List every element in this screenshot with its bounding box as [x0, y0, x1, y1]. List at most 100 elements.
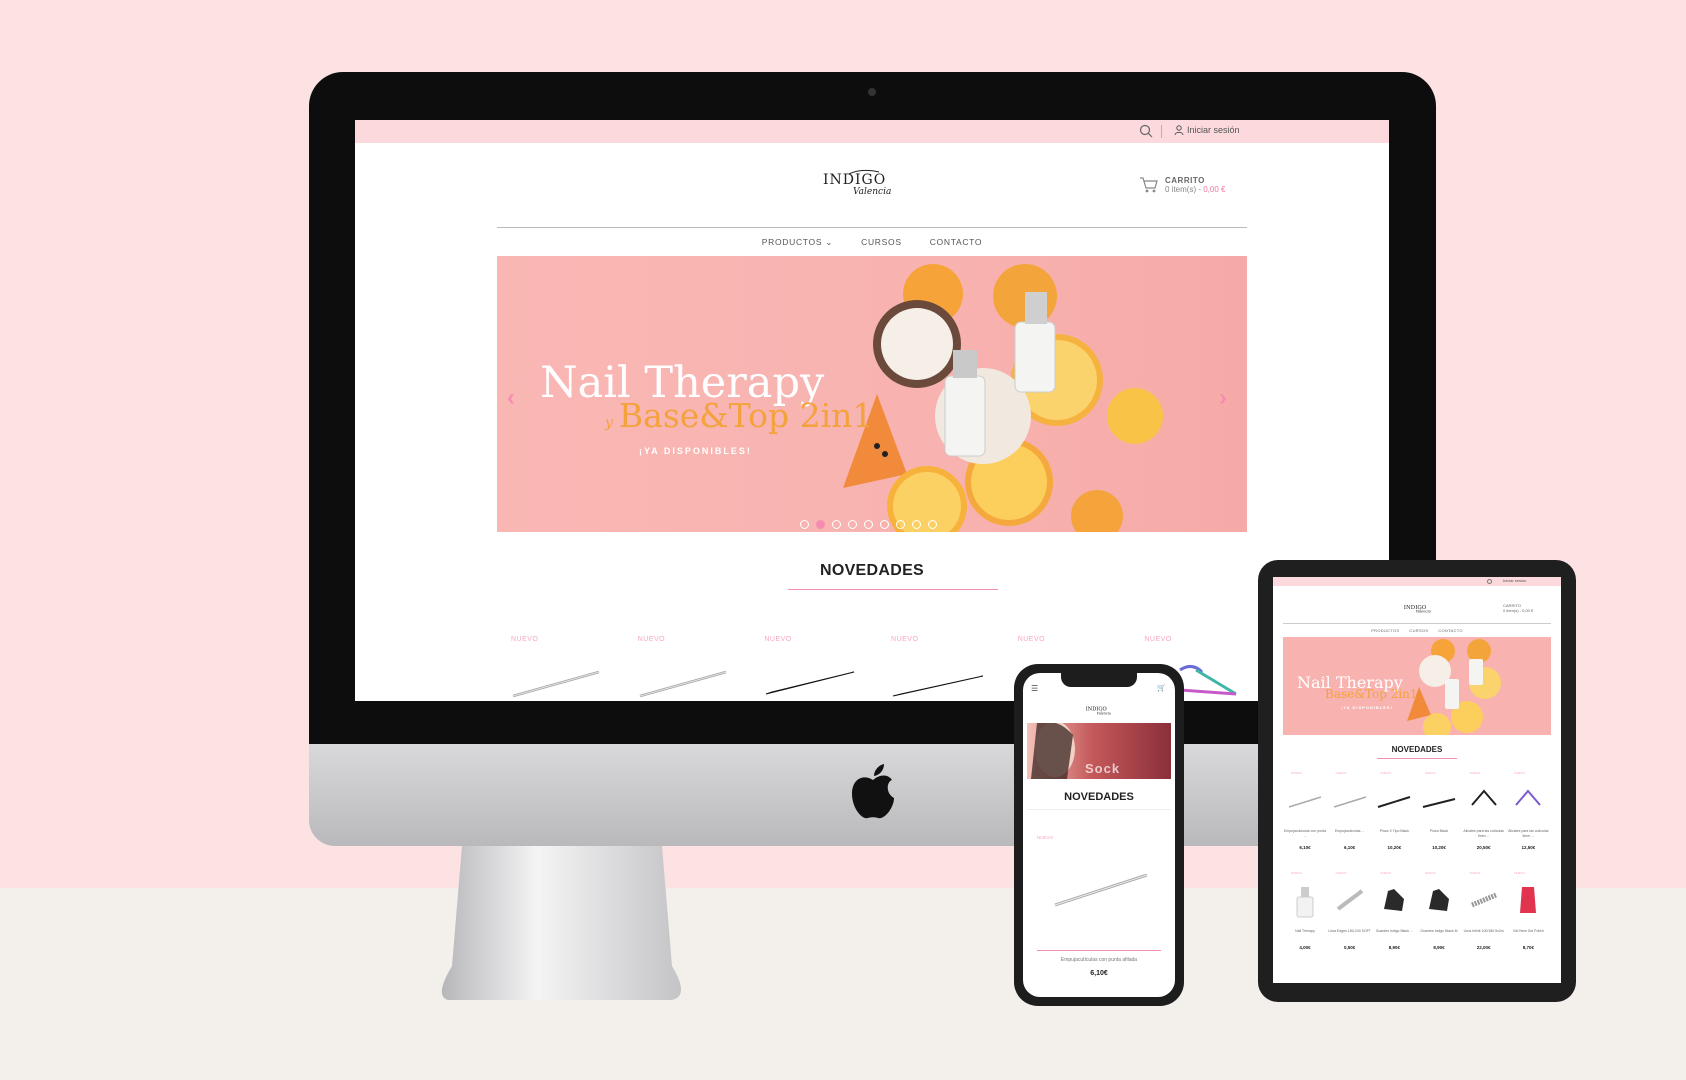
indigo-logo[interactable]: INDIGO Valencia: [1403, 601, 1433, 615]
product-card[interactable]: NUEVO: [750, 636, 877, 701]
chevron-right-icon[interactable]: ›: [1219, 384, 1227, 412]
carousel-dot[interactable]: [800, 520, 809, 529]
section-underline: [788, 589, 998, 590]
pusher-icon: [1288, 796, 1322, 808]
nail-polish-icon: [1520, 887, 1537, 913]
nipper-icon: [1515, 789, 1542, 806]
cart-icon: [1140, 177, 1158, 193]
product-card[interactable]: NUEVO Lima Edges 180-240 SOFT 0,50€: [1328, 871, 1373, 961]
cart-summary: 0 item(s) - 0,00 €: [1165, 185, 1225, 194]
new-badge: NUEVO: [1017, 636, 1046, 643]
section-title: NOVEDADES: [1064, 791, 1134, 803]
banner-subtitle: Base&Top 2in1: [1325, 687, 1418, 701]
product-price: 0,50€: [1344, 945, 1356, 950]
product-card[interactable]: NUEVO Empujacutículas con punta ... 6,10€: [1283, 771, 1328, 861]
section-title: NOVEDADES: [1391, 745, 1443, 754]
product-price: 10,20€: [1387, 845, 1402, 850]
pusher-icon[interactable]: [1051, 853, 1151, 913]
new-badge: NUEVO: [1469, 871, 1481, 875]
product-price: 8,70€: [1522, 945, 1534, 950]
banner-y: y: [605, 415, 613, 431]
product-card[interactable]: NUEVO Pinza X Tipo Black 10,20€: [1372, 771, 1417, 861]
hero-carousel[interactable]: Nail Therapy y Base&Top 2in1 ¡YA DISPONIB…: [497, 256, 1247, 532]
cart-icon[interactable]: 🛒: [1157, 684, 1166, 692]
carousel-dot[interactable]: [880, 520, 889, 529]
product-card[interactable]: NUEVO Nail Therapy 4,00€: [1283, 871, 1328, 961]
product-price: 8,90€: [1388, 945, 1400, 950]
product-card[interactable]: NUEVO Empujacutículas ... 6,10€: [1328, 771, 1373, 861]
product-card[interactable]: NUEVO Guantes Indigo Black ... 8,90€: [1372, 871, 1417, 961]
banner-subtitle-wrap: y Base&Top 2in1: [605, 396, 873, 435]
product-card[interactable]: NUEVO Gel Nem Gel Polish 8,70€: [1506, 871, 1551, 961]
pusher-icon: [639, 670, 727, 698]
carousel-dot[interactable]: [832, 520, 841, 529]
product-card[interactable]: NUEVO Pinza Black 10,20€: [1417, 771, 1462, 861]
product-price: 4,00€: [1299, 945, 1311, 950]
login-link[interactable]: Iniciar sesión: [1174, 125, 1240, 135]
carousel-dots: [800, 520, 937, 529]
hero-carousel[interactable]: Sock: [1027, 723, 1171, 779]
search-icon[interactable]: [1487, 579, 1492, 584]
hero-carousel[interactable]: Nail Therapy Base&Top 2in1 ¡YA DISPONIBL…: [1283, 637, 1551, 735]
nav-productos[interactable]: PRODUCTOS: [1371, 628, 1399, 633]
product-grid: NUEVO Empujacutículas con punta ... 6,10€ …: [1283, 771, 1551, 961]
cart-widget[interactable]: CARRITO 0 item(s) - 0,00 €: [1139, 176, 1225, 194]
product-card[interactable]: NUEVO Alicates para las cutículas 5mm ...…: [1462, 771, 1507, 861]
banner-tagline: ¡YA DISPONIBLES!: [1341, 705, 1393, 710]
new-badge: NUEVO: [1144, 636, 1172, 643]
pusher-icon: [512, 670, 600, 698]
product-card[interactable]: NUEVO Lima Infinit 100/180 5x2m 22,00€: [1462, 871, 1507, 961]
bottle-icon: [1296, 887, 1314, 918]
product-price: 12,50€: [1521, 845, 1536, 850]
tablet-website: Iniciar sesión INDIGO Valencia CARRITO 0…: [1273, 577, 1561, 983]
product-card[interactable]: NUEVO Alicates para las cutículas 5mm ...…: [1506, 771, 1551, 861]
section-title: NOVEDADES: [819, 562, 925, 579]
carousel-dot[interactable]: [896, 520, 905, 529]
menu-icon[interactable]: ☰: [1031, 684, 1038, 693]
tweezers-icon: [892, 675, 984, 697]
iphone-device: ☰ 🛒 INDIGO Valencia Sock NOVEDADES NUEVO…: [1014, 664, 1184, 1006]
nav-cursos[interactable]: CURSOS: [1409, 628, 1428, 633]
product-name: Lima Edges 180-240 SOFT: [1328, 929, 1371, 933]
nav-contacto[interactable]: CONTACTO: [1438, 628, 1462, 633]
user-icon: [1174, 125, 1184, 135]
carousel-dot[interactable]: [848, 520, 857, 529]
carousel-dot[interactable]: [928, 520, 937, 529]
product-name: Empujacutículas ...: [1334, 829, 1365, 833]
carousel-dot[interactable]: [864, 520, 873, 529]
indigo-logo[interactable]: INDIGO Valencia: [1085, 703, 1113, 717]
nipper-icon: [1470, 789, 1497, 806]
cart-widget[interactable]: CARRITO 0 item(s) - 0,00 €: [1503, 603, 1533, 613]
nav-divider: [1283, 623, 1551, 624]
glove-icon: [1384, 889, 1405, 911]
nav-productos[interactable]: PRODUCTOS ⌄: [762, 237, 833, 248]
new-badge: NUEVO: [1514, 771, 1525, 775]
new-badge: NUEVO: [1335, 771, 1347, 775]
nav-cursos[interactable]: CURSOS: [861, 237, 902, 248]
product-name: Pinza Black: [1429, 829, 1449, 833]
product-name: Alicates para las cutículas 5mm ...: [1463, 829, 1504, 838]
product-card[interactable]: NUEVO: [624, 636, 751, 701]
login-link[interactable]: Iniciar sesión: [1503, 578, 1526, 583]
main-nav: PRODUCTOS ⌄ CURSOS CONTACTO: [497, 237, 1247, 248]
cart-summary: 0 item(s) - 0,00 €: [1503, 608, 1534, 614]
apple-logo-icon: [852, 764, 894, 819]
svg-text:Valencia: Valencia: [853, 187, 891, 197]
phone-website: ☰ 🛒 INDIGO Valencia Sock NOVEDADES NUEVO…: [1023, 673, 1175, 997]
search-icon[interactable]: [1139, 124, 1153, 138]
product-card[interactable]: NUEVO Guantes Indigo Black M 8,90€: [1417, 871, 1462, 961]
svg-text:Valencia: Valencia: [1416, 610, 1431, 614]
product-card[interactable]: NUEVO: [877, 636, 1004, 701]
camera-icon: [868, 88, 876, 96]
new-badge: NUEVO: [1425, 871, 1436, 875]
new-badge: NUEVO: [1425, 771, 1436, 775]
carousel-dot[interactable]: [912, 520, 921, 529]
nav-contacto[interactable]: CONTACTO: [930, 237, 983, 248]
product-price: 8,90€: [1433, 945, 1445, 950]
notch: [1061, 673, 1137, 687]
indigo-logo[interactable]: INDIGO Valencia: [821, 166, 897, 198]
carousel-dot[interactable]: [816, 520, 825, 529]
chevron-left-icon[interactable]: ‹: [507, 384, 515, 412]
product-name: Guantes Indigo Black M: [1420, 929, 1458, 933]
product-card[interactable]: NUEVO: [497, 636, 624, 701]
